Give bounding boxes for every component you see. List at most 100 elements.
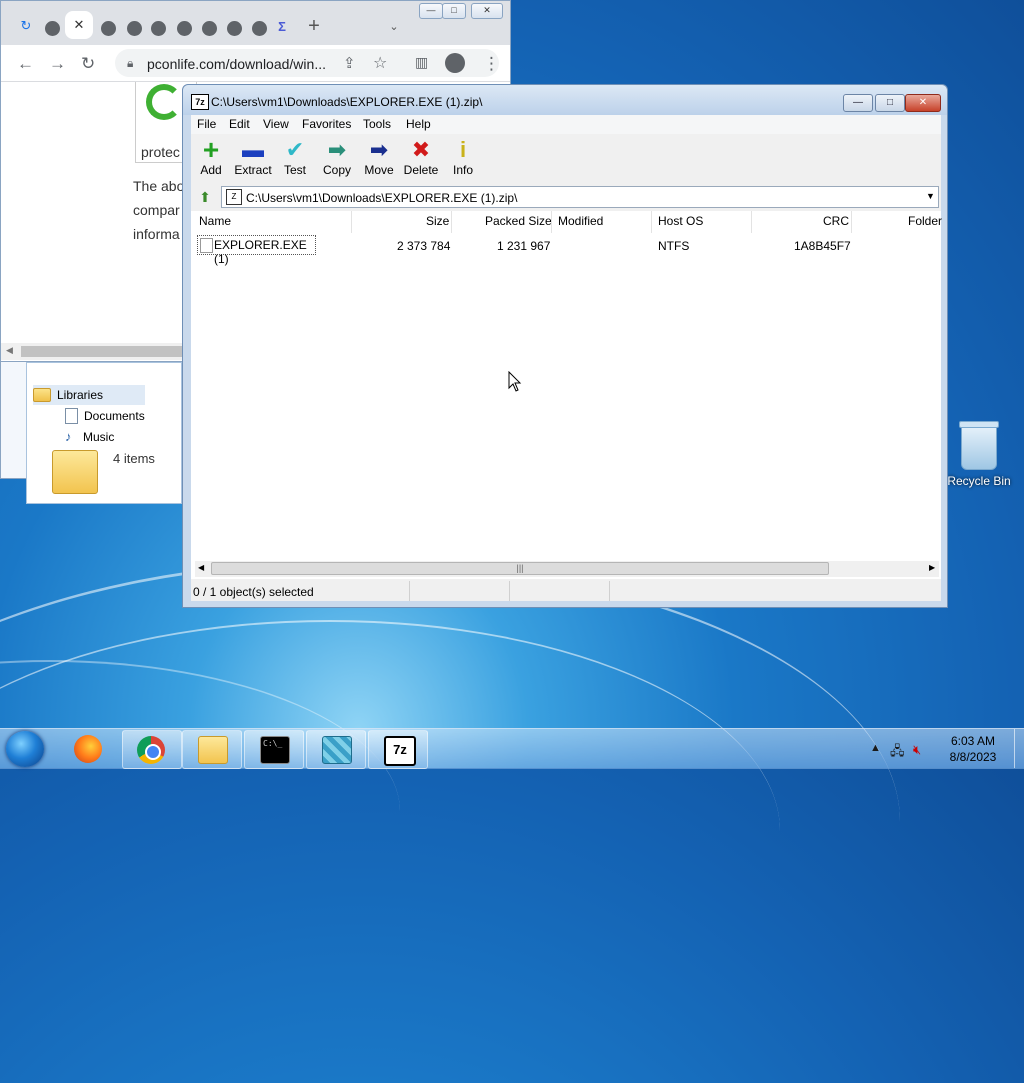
system-clock[interactable]: 6:03 AM 8/8/2023 <box>938 733 1008 765</box>
close-button[interactable]: ✕ <box>471 3 503 19</box>
clock-time: 6:03 AM <box>950 734 996 748</box>
taskbar-installer[interactable] <box>306 730 366 769</box>
taskbar-firefox[interactable] <box>60 730 118 767</box>
toolbar-label: Extract <box>234 163 272 177</box>
info-icon: i <box>459 137 467 162</box>
tab-search-icon[interactable]: ⌄ <box>383 15 405 37</box>
start-button[interactable] <box>6 731 44 767</box>
menu-view[interactable]: View <box>263 117 289 131</box>
scroll-left-icon[interactable]: ◀ <box>6 345 13 356</box>
scroll-left-icon[interactable]: ◀ <box>198 563 204 572</box>
globe-tab-icon[interactable] <box>225 19 244 38</box>
column-header-crc[interactable]: CRC <box>823 214 849 228</box>
title-bar[interactable]: 7z C:\Users\vm1\Downloads\EXPLORER.EXE (… <box>183 85 947 115</box>
caption-fragment: protec <box>141 144 180 160</box>
toolbar-label: Move <box>364 163 394 177</box>
clock-date: 8/8/2023 <box>949 750 997 764</box>
globe-tab-icon[interactable] <box>43 19 62 38</box>
column-header-packed-size[interactable]: Packed Size <box>485 214 552 228</box>
minimize-button[interactable]: — <box>843 94 873 112</box>
sigma-tab-icon[interactable]: Σ <box>271 15 293 37</box>
volume-muted-icon[interactable]: 🔇︎ <box>913 742 921 758</box>
close-tab-icon[interactable]: ✕ <box>65 11 93 39</box>
delete-button[interactable]: ✖ Delete <box>401 137 441 177</box>
folder-icon <box>33 388 51 402</box>
bookmark-star-icon[interactable]: ☆ <box>373 53 387 73</box>
show-desktop-button[interactable] <box>1014 729 1024 768</box>
column-header-host-os[interactable]: Host OS <box>658 214 703 228</box>
installer-icon <box>322 736 352 764</box>
test-button[interactable]: ✔ Test <box>275 137 315 177</box>
item-count: 4 items <box>113 451 155 466</box>
taskbar-file-explorer[interactable] <box>182 730 242 769</box>
maximize-button[interactable]: □ <box>875 94 905 112</box>
history-tab-icon[interactable]: ↻ <box>15 15 37 37</box>
globe-tab-icon[interactable] <box>250 19 269 38</box>
file-explorer-icon <box>198 736 228 764</box>
taskbar-7zip[interactable]: 7z <box>368 730 428 769</box>
forward-icon[interactable]: → <box>49 54 66 74</box>
globe-tab-icon[interactable] <box>175 19 194 38</box>
menu-tools[interactable]: Tools <box>363 117 391 131</box>
menu-help[interactable]: Help <box>406 117 431 131</box>
nav-item-libraries[interactable]: Libraries <box>33 385 145 405</box>
horizontal-scrollbar[interactable]: ◀ ||| ▶ <box>195 561 939 577</box>
menu-kebab-icon[interactable]: ⋮ <box>483 54 500 74</box>
nav-item-music[interactable]: ♪ Music <box>65 427 114 447</box>
firefox-icon <box>74 735 102 763</box>
taskbar-cmd[interactable]: C:\_ <box>244 730 304 769</box>
check-icon: ✔ <box>285 137 305 162</box>
paragraph-line: informa <box>133 226 180 242</box>
maximize-button[interactable]: □ <box>442 3 466 19</box>
column-header-size[interactable]: Size <box>426 214 449 228</box>
reload-icon[interactable]: ↻ <box>81 54 95 74</box>
table-row[interactable]: EXPLORER.EXE (1) <box>197 235 316 266</box>
toolbar-label: Copy <box>322 163 351 177</box>
share-icon[interactable]: ⇪ <box>343 54 356 72</box>
nav-item-documents[interactable]: Documents <box>65 406 145 426</box>
scroll-right-icon[interactable]: ▶ <box>929 563 935 572</box>
profile-avatar-icon[interactable] <box>445 53 465 73</box>
globe-tab-icon[interactable] <box>149 19 168 38</box>
globe-tab-icon[interactable] <box>200 19 219 38</box>
toolbar-label: Test <box>283 163 306 177</box>
column-header-modified[interactable]: Modified <box>558 214 603 228</box>
up-folder-icon: ⬆ <box>199 189 211 205</box>
address-bar[interactable]: 🔒︎ pconlife.com/download/win... ⇪ ☆ <box>115 49 499 77</box>
back-icon[interactable]: ← <box>17 54 34 74</box>
address-combobox[interactable]: Z C:\Users\vm1\Downloads\EXPLORER.EXE (1… <box>221 186 939 208</box>
column-header-name[interactable]: Name <box>199 214 231 228</box>
nav-item-label: Music <box>83 430 115 444</box>
file-packed-size: 1 231 967 <box>497 239 551 253</box>
globe-tab-icon[interactable] <box>125 19 144 38</box>
chrome-icon <box>137 736 165 764</box>
music-icon: ♪ <box>65 429 72 444</box>
globe-tab-icon[interactable] <box>99 19 118 38</box>
copy-arrow-icon: ➡ <box>327 137 347 162</box>
close-button[interactable]: ✕ <box>905 94 941 112</box>
window-title: C:\Users\vm1\Downloads\EXPLORER.EXE (1).… <box>211 95 483 109</box>
extract-button[interactable]: ▬ Extract <box>233 137 273 177</box>
menu-favorites[interactable]: Favorites <box>302 117 351 131</box>
selection-status: 0 / 1 object(s) selected <box>193 585 314 599</box>
side-panel-icon[interactable]: ▥ <box>415 54 428 71</box>
network-icon[interactable]: 🖧︎ <box>890 742 905 764</box>
add-button[interactable]: + Add <box>191 136 231 178</box>
scrollbar-thumb[interactable]: ||| <box>211 562 829 575</box>
minimize-button[interactable]: — <box>419 3 443 19</box>
parent-folder-button[interactable]: ⬆ <box>193 187 217 207</box>
taskbar-chrome[interactable] <box>122 730 182 769</box>
show-hidden-icons-icon[interactable]: ▲ <box>870 742 881 754</box>
dropdown-arrow-icon[interactable]: ▼ <box>926 191 935 201</box>
recycle-bin[interactable]: Recycle Bin <box>944 421 1014 488</box>
menu-file[interactable]: File <box>197 117 216 131</box>
tab-strip: ↻ ✕ Σ + ⌄ — □ ✕ <box>1 1 510 45</box>
info-button[interactable]: i Info <box>443 137 483 177</box>
menu-edit[interactable]: Edit <box>229 117 250 131</box>
paragraph-line: The abo <box>133 178 185 194</box>
new-tab-button[interactable]: + <box>303 15 325 37</box>
column-header-folder[interactable]: Folder <box>908 214 942 228</box>
copy-button[interactable]: ➡ Copy <box>317 137 357 177</box>
status-bar: 0 / 1 object(s) selected <box>191 581 941 601</box>
move-button[interactable]: ➡ Move <box>359 137 399 177</box>
